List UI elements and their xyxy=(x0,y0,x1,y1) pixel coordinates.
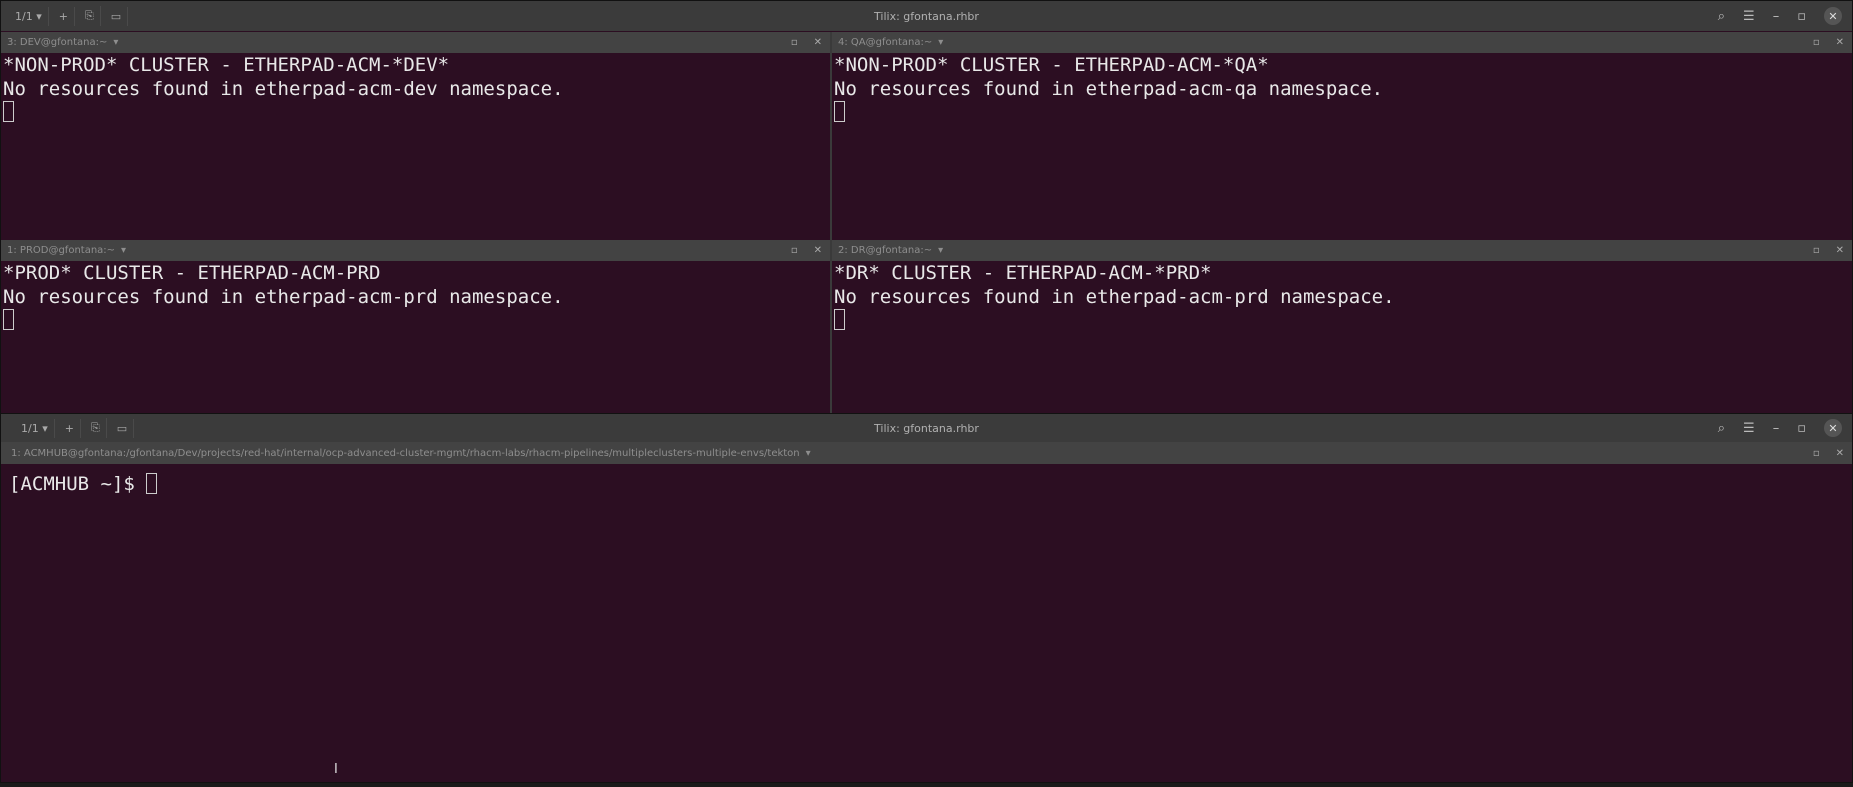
cursor xyxy=(146,473,158,494)
pane-title-bar: 3: DEV@gfontana:~ ▾ ▫ ✕ xyxy=(1,32,830,53)
maximize-pane-icon[interactable]: ▫ xyxy=(1813,37,1820,48)
menu-icon[interactable]: ☰ xyxy=(1743,9,1755,24)
add-terminal-icon[interactable]: + xyxy=(53,6,75,26)
split-right-icon[interactable]: ⎘ xyxy=(79,6,101,26)
window-title: Tilix: gfontana.rhbr xyxy=(874,9,979,23)
pane-title-bar: 4: QA@gfontana:~ ▾ ▫ ✕ xyxy=(832,32,1852,53)
terminal-output[interactable]: *NON-PROD* CLUSTER - ETHERPAD-ACM-*DEV* N… xyxy=(3,53,830,240)
split-down-icon[interactable]: ▭ xyxy=(105,6,129,26)
maximize-icon[interactable]: ▫ xyxy=(1797,9,1806,24)
split-right-icon[interactable]: ⎘ xyxy=(85,418,107,438)
chevron-down-icon[interactable]: ▾ xyxy=(938,245,943,256)
terminal-pane-qa[interactable]: 4: QA@gfontana:~ ▾ ▫ ✕ *NON-PROD* CLUSTER … xyxy=(832,32,1852,240)
cursor xyxy=(3,101,14,122)
close-pane-icon[interactable]: ✕ xyxy=(814,245,822,256)
search-icon[interactable]: ⌕ xyxy=(1718,421,1725,436)
terminal-output[interactable]: *PROD* CLUSTER - ETHERPAD-ACM-PRD No reso… xyxy=(3,261,830,414)
bottom-tilix-window: 1/1 ▾ + ⎘ ▭ Tilix: gfontana.rhbr ⌕ ☰ – ▫… xyxy=(0,413,1853,783)
window-title: Tilix: gfontana.rhbr xyxy=(874,421,979,435)
terminal-output[interactable]: *NON-PROD* CLUSTER - ETHERPAD-ACM-*QA* No… xyxy=(834,53,1852,240)
terminal-pane-dr[interactable]: 2: DR@gfontana:~ ▾ ▫ ✕ *DR* CLUSTER - ETHE… xyxy=(832,240,1852,414)
output-line: *DR* CLUSTER - ETHERPAD-ACM-*PRD* xyxy=(834,262,1212,284)
output-line: No resources found in etherpad-acm-prd n… xyxy=(834,285,1395,308)
terminal-pane-prod[interactable]: 1: PROD@gfontana:~ ▾ ▫ ✕ *PROD* CLUSTER - … xyxy=(1,240,830,414)
pane-title[interactable]: 3: DEV@gfontana:~ xyxy=(7,37,107,48)
maximize-pane-icon[interactable]: ▫ xyxy=(791,245,798,256)
close-pane-icon[interactable]: ✕ xyxy=(1836,245,1844,256)
terminal-output[interactable]: [ACMHUB ~]$ xyxy=(9,472,1852,782)
output-line: *PROD* CLUSTER - ETHERPAD-ACM-PRD xyxy=(3,262,381,284)
split-down-icon[interactable]: ▭ xyxy=(111,418,135,438)
shell-prompt: [ACMHUB ~]$ xyxy=(9,473,147,495)
maximize-pane-icon[interactable]: ▫ xyxy=(791,37,798,48)
cursor xyxy=(834,309,845,330)
pane-title[interactable]: 1: PROD@gfontana:~ xyxy=(7,245,115,256)
pane-title-bar: 1: PROD@gfontana:~ ▾ ▫ ✕ xyxy=(1,240,830,261)
top-tilix-window: 1/1 ▾ + ⎘ ▭ Tilix: gfontana.rhbr ⌕ ☰ – ▫… xyxy=(0,0,1853,414)
session-switcher[interactable]: 1/1 ▾ xyxy=(9,6,49,26)
close-pane-icon[interactable]: ✕ xyxy=(1836,37,1844,48)
minimize-icon[interactable]: – xyxy=(1773,9,1780,24)
output-line: No resources found in etherpad-acm-dev n… xyxy=(3,77,564,100)
close-icon[interactable]: ✕ xyxy=(1824,419,1842,437)
output-line: No resources found in etherpad-acm-qa na… xyxy=(834,77,1384,100)
terminal-pane-dev[interactable]: 3: DEV@gfontana:~ ▾ ▫ ✕ *NON-PROD* CLUSTER… xyxy=(1,32,830,240)
chevron-down-icon[interactable]: ▾ xyxy=(113,37,118,48)
session-switcher[interactable]: 1/1 ▾ xyxy=(15,418,55,438)
output-line: *NON-PROD* CLUSTER - ETHERPAD-ACM-*DEV* xyxy=(3,54,450,76)
cursor xyxy=(3,309,14,330)
terminal-pane-acmhub[interactable]: 1: ACMHUB@gfontana:/gfontana/Dev/project… xyxy=(1,442,1852,782)
output-line: No resources found in etherpad-acm-prd n… xyxy=(3,285,564,308)
pane-title-bar: 2: DR@gfontana:~ ▾ ▫ ✕ xyxy=(832,240,1852,261)
window-toolbar: 1/1 ▾ + ⎘ ▭ Tilix: gfontana.rhbr ⌕ ☰ – ▫… xyxy=(1,1,1852,31)
close-pane-icon[interactable]: ✕ xyxy=(814,37,822,48)
chevron-down-icon[interactable]: ▾ xyxy=(806,448,811,459)
maximize-pane-icon[interactable]: ▫ xyxy=(1813,245,1820,256)
window-toolbar: 1/1 ▾ + ⎘ ▭ Tilix: gfontana.rhbr ⌕ ☰ – ▫… xyxy=(1,414,1852,442)
search-icon[interactable]: ⌕ xyxy=(1718,9,1725,24)
pane-title[interactable]: 1: ACMHUB@gfontana:/gfontana/Dev/project… xyxy=(11,448,800,459)
cursor xyxy=(834,101,845,122)
menu-icon[interactable]: ☰ xyxy=(1743,421,1755,436)
maximize-pane-icon[interactable]: ▫ xyxy=(1813,448,1820,459)
terminal-output[interactable]: *DR* CLUSTER - ETHERPAD-ACM-*PRD* No reso… xyxy=(834,261,1852,414)
chevron-down-icon[interactable]: ▾ xyxy=(938,37,943,48)
output-line: *NON-PROD* CLUSTER - ETHERPAD-ACM-*QA* xyxy=(834,54,1269,76)
mouse-text-cursor-icon: I xyxy=(334,762,338,777)
pane-title-bar: 1: ACMHUB@gfontana:/gfontana/Dev/project… xyxy=(1,442,1852,464)
minimize-icon[interactable]: – xyxy=(1773,421,1780,436)
maximize-icon[interactable]: ▫ xyxy=(1797,421,1806,436)
chevron-down-icon[interactable]: ▾ xyxy=(121,245,126,256)
pane-title[interactable]: 4: QA@gfontana:~ xyxy=(838,37,932,48)
close-icon[interactable]: ✕ xyxy=(1824,7,1842,25)
pane-title[interactable]: 2: DR@gfontana:~ xyxy=(838,245,932,256)
add-terminal-icon[interactable]: + xyxy=(59,418,81,438)
close-pane-icon[interactable]: ✕ xyxy=(1836,448,1844,459)
